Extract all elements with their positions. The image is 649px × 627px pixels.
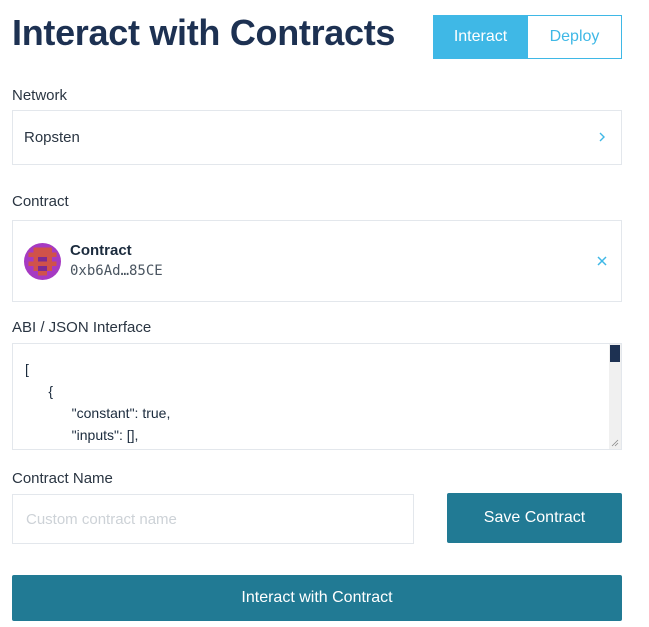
interact-page: Interact with Contracts Interact Deploy … [0, 0, 649, 627]
abi-line: { [25, 383, 54, 399]
tab-interact[interactable]: Interact [433, 15, 528, 59]
resize-grip-icon[interactable] [611, 439, 619, 447]
abi-scroll-thumb[interactable] [610, 345, 620, 362]
contract-label: Contract [12, 193, 69, 210]
contract-card: Contract 0xb6Ad…85CE [12, 220, 622, 302]
network-value: Ropsten [24, 129, 80, 146]
page-title: Interact with Contracts [12, 12, 396, 53]
contract-name-input[interactable] [12, 494, 414, 544]
tab-deploy[interactable]: Deploy [528, 15, 622, 59]
contract-address: 0xb6Ad…85CE [70, 263, 163, 279]
chevron-right-icon [599, 132, 605, 142]
interact-with-contract-button[interactable]: Interact with Contract [12, 575, 622, 621]
mode-tabs: Interact Deploy [433, 15, 622, 59]
abi-line: "inputs": [], [25, 427, 139, 443]
abi-content: [ { "constant": true, "inputs": [], [25, 358, 170, 446]
abi-textarea[interactable]: [ { "constant": true, "inputs": [], [12, 343, 622, 450]
close-icon[interactable] [596, 255, 608, 267]
abi-label: ABI / JSON Interface [12, 319, 152, 336]
abi-scrollbar[interactable] [609, 344, 621, 449]
abi-line: "constant": true, [25, 405, 171, 421]
contract-avatar-icon [24, 243, 61, 280]
abi-line: [ [25, 361, 29, 377]
save-contract-button[interactable]: Save Contract [447, 493, 622, 543]
network-label: Network [12, 87, 68, 104]
network-selector[interactable]: Ropsten [12, 110, 622, 165]
contract-name-label: Contract Name [12, 470, 113, 487]
contract-name: Contract [70, 242, 132, 259]
